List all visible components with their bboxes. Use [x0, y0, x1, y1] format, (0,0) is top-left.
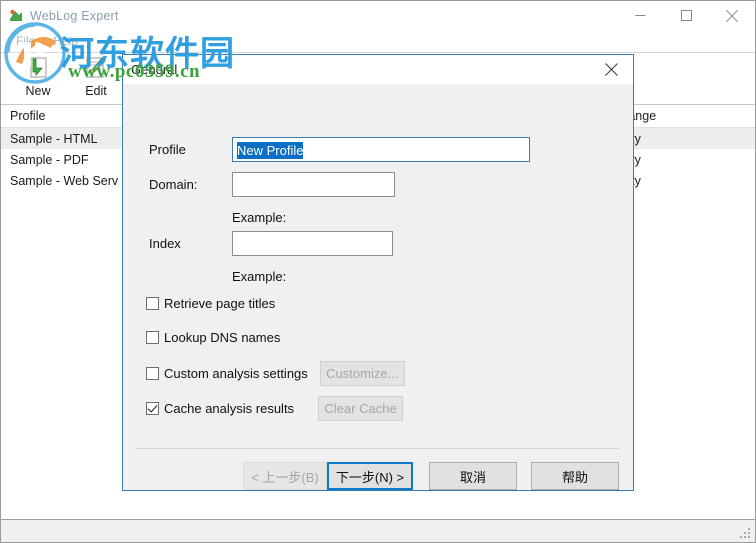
close-button[interactable]: [709, 1, 755, 30]
dialog-body: Profile New Profile Domain: Example: Ind…: [123, 84, 633, 490]
label-domain: Domain:: [149, 177, 198, 192]
toolbar-button-new[interactable]: New: [9, 55, 67, 98]
checkbox-lookup-dns-names[interactable]: [146, 331, 159, 344]
title-bar: WebLog Expert: [1, 1, 755, 30]
help-button[interactable]: 帮助: [531, 462, 619, 490]
window-title: WebLog Expert: [30, 8, 119, 23]
profile-input-value: New Profile: [237, 142, 304, 159]
dialog-separator: [137, 448, 619, 449]
status-bar: [1, 519, 755, 542]
clear-cache-button[interactable]: Clear Cache: [318, 396, 404, 421]
checkbox-cache-analysis-results[interactable]: [146, 402, 159, 415]
minimize-button[interactable]: [617, 1, 663, 30]
checkbox-label-cache-analysis-results: Cache analysis results: [164, 401, 295, 416]
checkbox-label-custom-analysis-settings: Custom analysis settings: [164, 366, 308, 381]
toolbar-label-edit: Edit: [85, 84, 107, 98]
checkbox-row-retrieve-page-titles[interactable]: Retrieve page titles: [146, 296, 275, 311]
new-profile-icon: [24, 55, 52, 83]
window-controls: [617, 1, 755, 30]
label-profile: Profile: [149, 142, 186, 157]
index-input[interactable]: [232, 231, 393, 256]
dialog-button-bar: < 上一步(B) 下一步(N) > 取消 帮助: [123, 462, 633, 490]
checkbox-label-lookup-dns-names: Lookup DNS names: [164, 330, 281, 345]
checkbox-row-custom-analysis-settings[interactable]: Custom analysis settings Customize...: [146, 361, 405, 386]
checkbox-row-cache-analysis-results[interactable]: Cache analysis results Clear Cache: [146, 396, 404, 421]
cancel-button[interactable]: 取消: [429, 462, 517, 490]
checkbox-row-lookup-dns-names[interactable]: Lookup DNS names: [146, 330, 280, 345]
maximize-button[interactable]: [663, 1, 709, 30]
label-index: Index: [149, 236, 181, 251]
field-row-index: Index: [149, 231, 393, 256]
column-header-date-range[interactable]: ange: [619, 109, 755, 123]
next-button[interactable]: 下一步(N) >: [327, 462, 413, 490]
checkbox-label-retrieve-page-titles: Retrieve page titles: [164, 296, 276, 311]
menu-item-help[interactable]: Help: [44, 32, 87, 50]
field-row-profile: Profile New Profile: [149, 137, 530, 162]
index-example-label: Example:: [232, 269, 287, 284]
close-icon: [604, 63, 618, 76]
edit-profile-icon: [82, 55, 110, 83]
domain-input[interactable]: [232, 172, 395, 197]
menu-item-file[interactable]: File: [7, 32, 44, 50]
dialog-title: General: [131, 62, 178, 77]
checkbox-retrieve-page-titles[interactable]: [146, 297, 159, 310]
dialog-close-button[interactable]: [589, 55, 633, 84]
domain-example-label: Example:: [232, 210, 287, 225]
toolbar-label-new: New: [25, 84, 51, 98]
field-row-domain: Domain:: [149, 172, 395, 197]
checkbox-custom-analysis-settings[interactable]: [146, 367, 159, 380]
general-dialog: General Profile New Profile Domain: Exam…: [122, 54, 634, 491]
cell-date-range: ity: [628, 152, 641, 167]
profile-input[interactable]: New Profile: [232, 137, 530, 162]
menu-bar: File Help: [1, 30, 755, 53]
cell-date-range: ity: [628, 131, 641, 146]
toolbar-button-edit[interactable]: Edit: [67, 55, 125, 98]
customize-button[interactable]: Customize...: [319, 361, 405, 386]
cell-date-range: ity: [628, 173, 641, 188]
resize-grip[interactable]: [740, 528, 752, 540]
back-button[interactable]: < 上一步(B): [243, 462, 327, 490]
app-icon: [8, 8, 24, 24]
dialog-titlebar: General: [123, 55, 633, 84]
